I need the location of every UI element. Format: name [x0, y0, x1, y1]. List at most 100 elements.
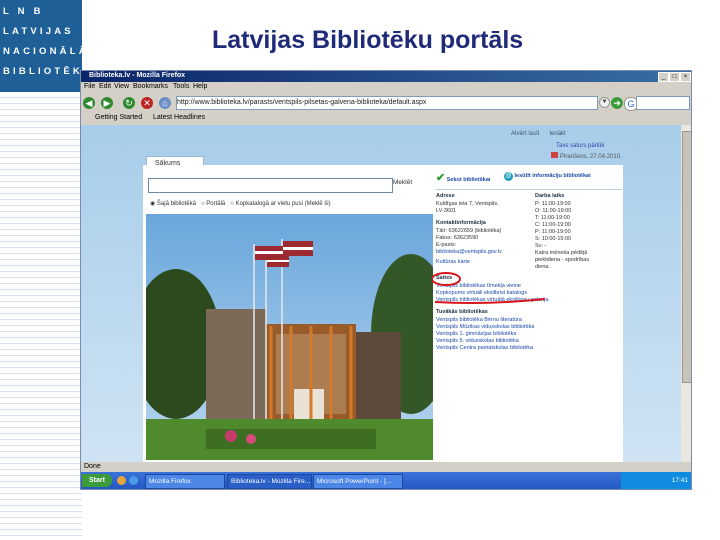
slide-sidebar: L N B LATVIJAS NACIONĀLĀ BIBLIOTĒKA: [0, 0, 90, 540]
contact-fax: Fakss: 63623590: [436, 235, 479, 241]
search-engine-input[interactable]: [636, 96, 690, 110]
side-link-1[interactable]: Tavs saturs pārlūk: [556, 143, 604, 149]
radio-portal[interactable]: ○ Portālā: [201, 201, 225, 207]
contact-email-label: E-pasts:: [436, 242, 457, 248]
bookmark-latest-headlines[interactable]: Latest Headlines: [153, 114, 205, 121]
radio-union-catalog-label: Kopkatalogā ar vietu pusi (Meklē ši): [235, 201, 331, 207]
library-page: Meklēt ◉ Šajā bibliotēkā ○ Portālā ○ Kop…: [143, 165, 623, 462]
hours-tue: O: 11:00-19:00: [535, 208, 572, 214]
quicklaunch-icon-1[interactable]: [117, 476, 126, 485]
search-scope-radios: ◉ Šajā bibliotēkā ○ Portālā ○ Kopkatalog…: [150, 200, 331, 207]
hours-note-1: Katra mēneša pēdējā: [535, 250, 588, 256]
tab-follow-library[interactable]: ✔ Sekot bibliotēkai: [436, 171, 490, 184]
slide-title: Latvijas Bibliotēku portāls: [212, 26, 524, 54]
site-search-input[interactable]: [148, 178, 393, 193]
tab-follow-library-label: Sekot bibliotēkai: [446, 177, 491, 183]
menu-bookmarks[interactable]: Bookmarks: [133, 83, 168, 90]
side-link-2: Piranšens, 27.04.2010.: [551, 152, 622, 160]
start-button[interactable]: Start: [82, 474, 112, 487]
address-line-1: Kuldīgas iela 7, Ventspils,: [436, 201, 499, 207]
window-titlebar: Biblioteka.lv - Mozilla Firefox _ □ ×: [81, 71, 691, 82]
address-line-2: LV-3601: [436, 208, 457, 214]
nearby-library-4[interactable]: Ventspils 5. vidusskolas bibliotēka: [436, 338, 519, 344]
maximize-button[interactable]: □: [669, 72, 680, 82]
radio-union-catalog[interactable]: ○ Kopkatalogā ar vietu pusi (Meklē ši): [230, 201, 330, 207]
hours-thu: C: 11:00-19:00: [535, 222, 571, 228]
radio-portal-label: Portālā: [206, 201, 226, 207]
status-text: Done: [84, 463, 101, 470]
status-bar: Done: [81, 462, 691, 472]
hours-wed: T: 11:00-19:00: [535, 215, 570, 221]
nearby-library-1[interactable]: Ventspils bibliotēka Bērnu literatūra: [436, 317, 522, 323]
url-input[interactable]: http://www.biblioteka.lv/parasts/ventspi…: [176, 96, 598, 110]
tab-send-info-label: Iesūtīt informāciju bibliotēkai: [514, 173, 591, 179]
nearby-library-3[interactable]: Ventspils 1. ģimnāzijas bibliotēka: [436, 331, 516, 337]
menu-edit[interactable]: Edit: [99, 83, 111, 90]
hours-heading: Darba laiks: [535, 193, 565, 199]
contact-heading: Kontaktinformācija: [436, 220, 486, 226]
menu-view[interactable]: View: [114, 83, 129, 90]
nearby-library-5[interactable]: Ventspils Centra pamatskolas bibliotēka: [436, 345, 533, 351]
close-button[interactable]: ×: [680, 72, 691, 82]
site-search-button[interactable]: Meklēt: [393, 179, 412, 186]
bookmarks-toolbar: Getting Started Latest Headlines: [81, 113, 691, 124]
hours-sat: S: 10:00-15:00: [535, 236, 572, 242]
back-icon[interactable]: ◀: [83, 97, 95, 109]
page-content: Atvērt lasīt Ienākt Tavs saturs pārlūk P…: [81, 125, 681, 462]
contact-phone: Tālr: 63622659 (bibliotēka): [436, 228, 502, 234]
reload-icon[interactable]: ↻: [123, 97, 135, 109]
calendar-icon: [551, 152, 558, 158]
stop-icon[interactable]: ✕: [141, 97, 153, 109]
address-heading: Adrese: [436, 193, 455, 199]
nearby-library-2[interactable]: Ventspils Mūzikas vidusskolas bibliotēka: [436, 324, 534, 330]
navigation-toolbar: ◀ ▶ ↻ ✕ ⌂ http://www.biblioteka.lv/paras…: [81, 93, 691, 113]
system-tray: 17:41: [621, 472, 691, 489]
task-firefox[interactable]: Mozilla Firefox: [145, 474, 225, 489]
hours-sun: Sv: -: [535, 243, 547, 249]
library-building-image: [146, 214, 433, 460]
stripe-pattern: [0, 92, 82, 540]
menu-help[interactable]: Help: [193, 83, 207, 90]
hours-mon: P: 11:00-19:00: [535, 201, 571, 207]
radio-this-library[interactable]: ◉ Šajā bibliotēkā: [150, 201, 196, 207]
library-photo: [146, 214, 433, 460]
menu-tools[interactable]: Tools: [173, 83, 189, 90]
logo-line-2: LATVIJAS: [3, 26, 74, 37]
top-link-login[interactable]: Ienākt: [549, 131, 565, 137]
windows-taskbar: Start Mozilla Firefox Biblioteka.lv - Mo…: [81, 472, 691, 489]
bookmark-getting-started[interactable]: Getting Started: [95, 114, 142, 121]
checkmark-icon: ✔: [436, 172, 446, 184]
url-text: http://www.biblioteka.lv/parasts/ventspi…: [177, 99, 427, 106]
hours-fri: P: 11:00-19:00: [535, 229, 571, 235]
red-annotation-marks: [432, 272, 546, 304]
top-link-read[interactable]: Atvērt lasīt: [511, 131, 539, 137]
task-powerpoint[interactable]: Microsoft PowerPoint - [...: [313, 474, 403, 489]
scrollbar-thumb[interactable]: [682, 131, 691, 383]
minimize-button[interactable]: _: [658, 72, 669, 82]
panel-divider: [436, 189, 622, 190]
site-top-links: Atvērt lasīt Ienākt: [511, 131, 566, 137]
hours-note-2: piektdiena - spodrības: [535, 257, 590, 263]
home-icon[interactable]: ⌂: [159, 97, 171, 109]
contact-email-link[interactable]: biblioteka@ventspils.gov.lv: [436, 249, 502, 255]
browser-window: Biblioteka.lv - Mozilla Firefox _ □ × Fi…: [80, 70, 692, 490]
culture-map-link[interactable]: Kultūras karte: [436, 259, 470, 265]
lnb-logo: L N B LATVIJAS NACIONĀLĀ BIBLIOTĒKA: [0, 0, 90, 92]
go-icon[interactable]: ➜: [611, 97, 623, 109]
url-dropdown-icon[interactable]: ▼: [599, 97, 610, 108]
radio-this-library-label: Šajā bibliotēkā: [156, 201, 196, 207]
menu-file[interactable]: File: [84, 83, 95, 90]
window-title: Biblioteka.lv - Mozilla Firefox: [89, 72, 186, 79]
clock: 17:41: [671, 477, 688, 484]
nearby-heading: Tuvākās bibliotēkas: [436, 309, 488, 315]
logo-line-1: L N B: [3, 6, 44, 17]
task-biblioteka[interactable]: Biblioteka.lv - Mozilla Fire...: [227, 474, 312, 489]
menu-bar: File Edit View Bookmarks Tools Help: [81, 82, 691, 93]
tab-send-info[interactable]: @ Iesūtīt informāciju bibliotēkai: [504, 172, 591, 181]
side-link-2-text: Piranšens, 27.04.2010.: [560, 154, 622, 160]
forward-icon[interactable]: ▶: [101, 97, 113, 109]
quicklaunch-icon-2[interactable]: [129, 476, 138, 485]
at-icon: @: [504, 172, 513, 181]
library-info-panel: ✔ Sekot bibliotēkai @ Iesūtīt informācij…: [432, 169, 623, 459]
logo-line-3: NACIONĀLĀ: [3, 46, 89, 57]
